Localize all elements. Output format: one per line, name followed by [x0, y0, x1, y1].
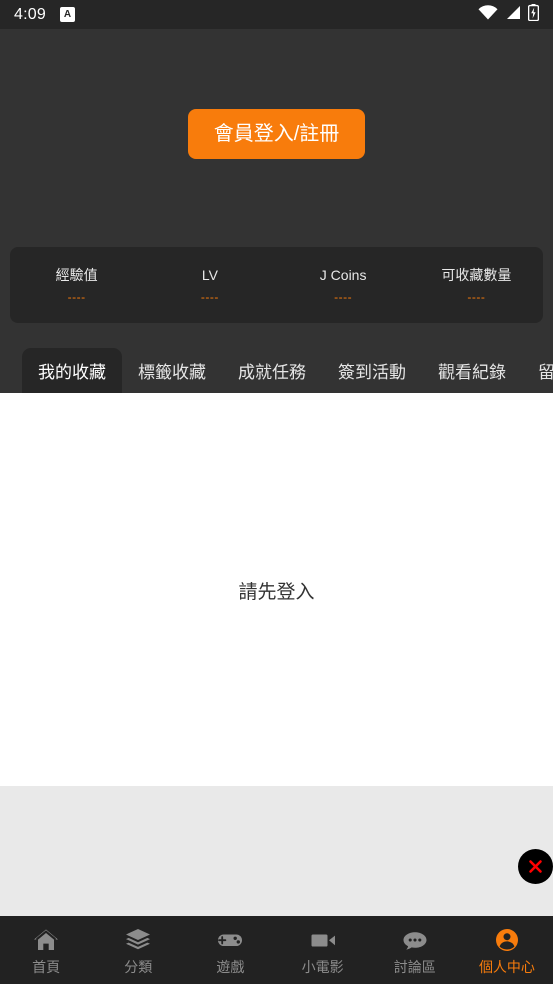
nav-item-videos[interactable]: 小電影	[277, 927, 369, 974]
status-bar-notifications: A	[59, 7, 75, 22]
nav-item-forum[interactable]: 討論區	[369, 927, 461, 974]
member-login-register-button[interactable]: 會員登入/註冊	[187, 109, 366, 159]
tab-bar: 我的收藏 標籤收藏 成就任務 簽到活動 觀看紀錄 留言	[0, 344, 553, 397]
stat-value: ----	[467, 289, 486, 304]
tab-my-favorites[interactable]: 我的收藏	[22, 348, 122, 397]
nav-label: 遊戲	[216, 958, 245, 975]
profile-header: 會員登入/註冊	[0, 29, 553, 247]
nav-item-games[interactable]: 遊戲	[184, 927, 276, 974]
app-screen: 4:09 A 會員登入/註冊 經驗值 ---- LV ---- J Coins …	[0, 0, 553, 984]
stat-item-level[interactable]: LV ----	[143, 268, 276, 303]
stat-value: ----	[334, 289, 353, 304]
nav-item-categories[interactable]: 分類	[92, 927, 184, 974]
tab-content-panel: 請先登入	[0, 393, 553, 786]
app-badge-icon: A	[59, 7, 75, 22]
nav-item-home[interactable]: 首頁	[0, 927, 92, 974]
stat-label: 經驗值	[55, 266, 98, 283]
tab-achievements[interactable]: 成就任務	[222, 348, 322, 393]
stat-value: ----	[67, 289, 86, 304]
tab-checkin-events[interactable]: 簽到活動	[322, 348, 422, 393]
tab-list: 我的收藏 標籤收藏 成就任務 簽到活動 觀看紀錄 留言	[0, 344, 553, 397]
user-stats-card: 經驗值 ---- LV ---- J Coins ---- 可收藏數量 ----	[10, 247, 543, 323]
stat-label: J Coins	[319, 266, 367, 283]
close-x-icon[interactable]	[518, 849, 553, 884]
stat-label: 可收藏數量	[441, 266, 512, 283]
cellular-signal-icon	[505, 5, 521, 25]
nav-label: 首頁	[32, 958, 61, 975]
ad-banner[interactable]	[0, 786, 553, 916]
tab-tag-favorites[interactable]: 標籤收藏	[122, 348, 222, 393]
person-circle-icon	[494, 927, 520, 953]
nav-label: 個人中心	[478, 958, 535, 975]
stat-item-collectible-count[interactable]: 可收藏數量 ----	[410, 268, 543, 303]
nav-label: 分類	[124, 958, 153, 975]
video-camera-icon	[310, 927, 336, 953]
stat-value: ----	[200, 289, 219, 304]
status-bar: 4:09 A	[0, 0, 553, 29]
battery-charging-icon	[527, 3, 540, 26]
home-icon	[33, 927, 59, 953]
tab-watch-history[interactable]: 觀看紀錄	[422, 348, 522, 393]
status-bar-system-icons	[478, 3, 540, 26]
stat-item-exp[interactable]: 經驗值 ----	[10, 268, 143, 303]
empty-state-message: 請先登入	[238, 582, 315, 603]
nav-label: 討論區	[393, 958, 436, 975]
status-bar-clock: 4:09	[14, 5, 46, 23]
chat-bubble-icon	[402, 927, 428, 953]
bottom-navigation-bar: 首頁 分類 遊戲 小電影 討論區 個人中心	[0, 916, 553, 984]
tab-comments[interactable]: 留言	[522, 348, 553, 393]
stat-label: LV	[201, 266, 218, 283]
nav-item-profile[interactable]: 個人中心	[461, 927, 553, 974]
nav-label: 小電影	[301, 958, 344, 975]
gamepad-icon	[217, 927, 243, 953]
wifi-icon	[478, 4, 498, 25]
layers-icon	[125, 927, 151, 953]
stat-item-jcoins[interactable]: J Coins ----	[277, 268, 410, 303]
